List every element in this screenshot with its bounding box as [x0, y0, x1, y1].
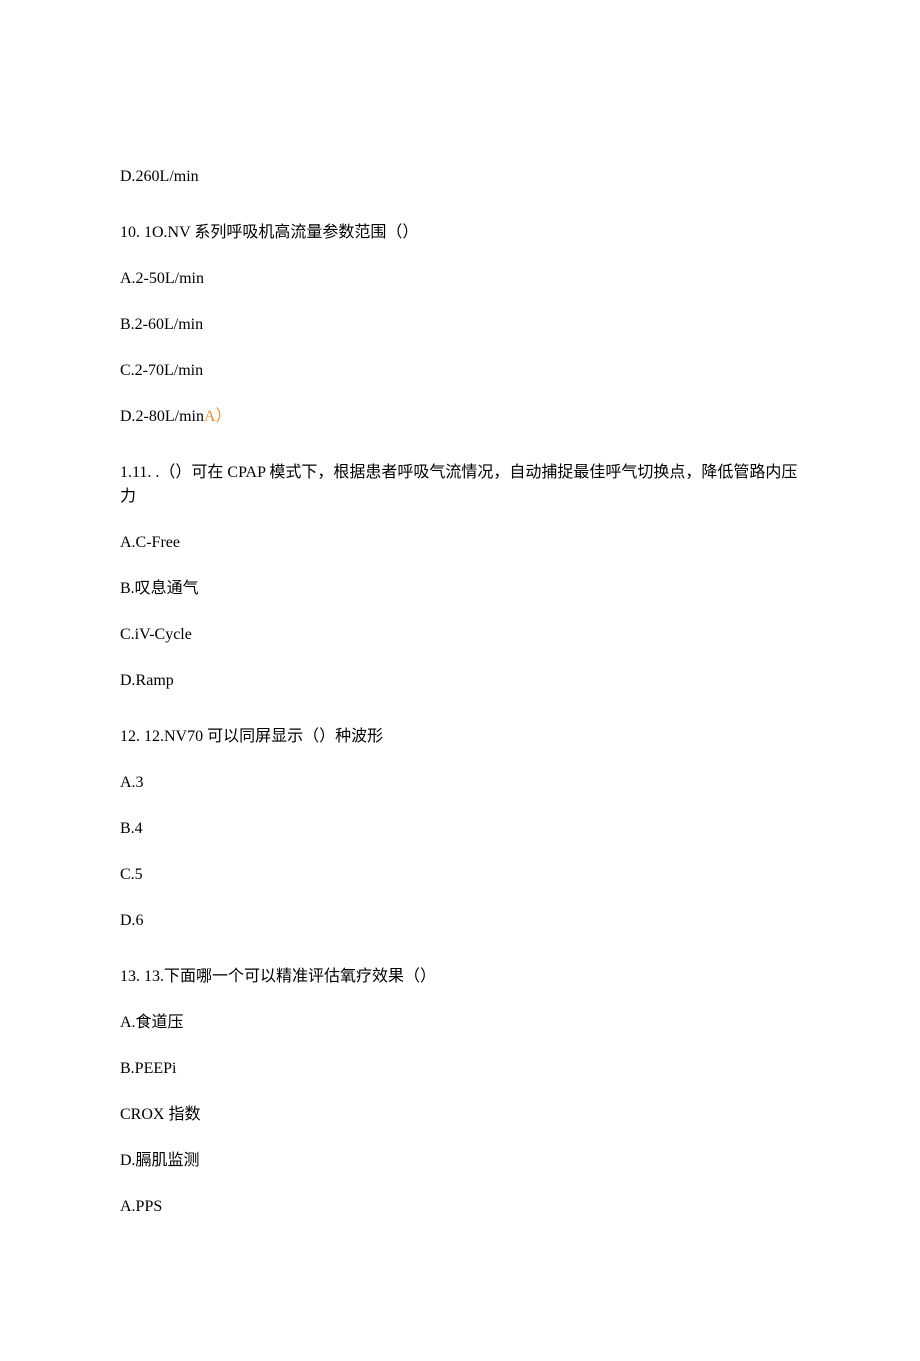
option-text: A.C-Free — [120, 531, 800, 555]
option-text: B.PEEPi — [120, 1057, 800, 1081]
option-text: D.260L/min — [120, 165, 800, 189]
question-text: 10. 1O.NV 系列呼吸机高流量参数范围（） — [120, 221, 800, 245]
question-text: 1.11. .（）可在 CPAP 模式下，根据患者呼吸气流情况，自动捕捉最佳呼气… — [120, 461, 800, 509]
option-text-part: D.2-80L/min — [120, 408, 204, 425]
option-text: B.4 — [120, 817, 800, 841]
option-text: A.PPS — [120, 1195, 800, 1219]
option-text: B.叹息通气 — [120, 577, 800, 601]
option-text: D.2-80L/minA） — [120, 405, 800, 429]
option-text: D.Ramp — [120, 669, 800, 693]
question-text: 12. 12.NV70 可以同屏显示（）种波形 — [120, 725, 800, 749]
option-text: A.3 — [120, 771, 800, 795]
option-text: C.iV-Cycle — [120, 623, 800, 647]
option-text: D.6 — [120, 909, 800, 933]
option-text: C.2-70L/min — [120, 359, 800, 383]
option-text: CROX 指数 — [120, 1103, 800, 1127]
option-text: D.膈肌监测 — [120, 1149, 800, 1173]
question-text: 13. 13.下面哪一个可以精准评估氧疗效果（） — [120, 965, 800, 989]
document-page: D.260L/min 10. 1O.NV 系列呼吸机高流量参数范围（） A.2-… — [0, 0, 920, 1361]
option-text: B.2-60L/min — [120, 313, 800, 337]
option-text: A.2-50L/min — [120, 267, 800, 291]
answer-marker: A） — [204, 408, 232, 425]
option-text: C.5 — [120, 863, 800, 887]
option-text: A.食道压 — [120, 1011, 800, 1035]
